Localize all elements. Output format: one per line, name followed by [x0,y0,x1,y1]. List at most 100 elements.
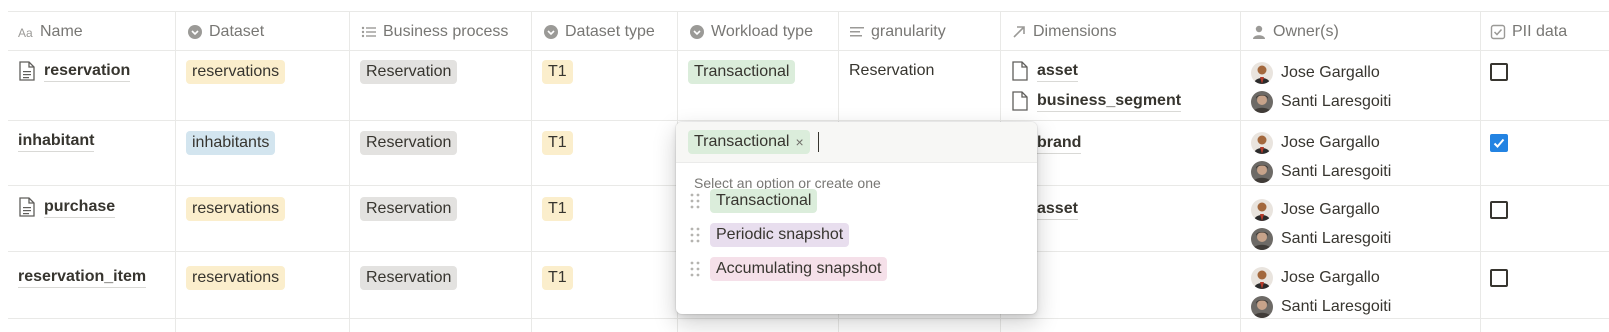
dataset-type-cell[interactable]: T1 [542,266,573,290]
business-process-tag: Reservation [360,60,458,84]
option-tag: Accumulating snapshot [710,257,888,281]
column-header-label: PII data [1512,22,1568,40]
dataset-type-tag: T1 [542,60,573,84]
dataset-tag: reservations [186,60,286,84]
select-option-transactional[interactable]: Transactional [690,186,818,216]
column-header-business-process[interactable]: Business process [361,12,508,51]
owner-name: Jose Gargallo [1281,63,1380,81]
dimension-link[interactable]: asset [1011,56,1181,86]
list-icon [361,24,377,40]
svg-text:Aa: Aa [18,26,33,40]
person-icon [1251,24,1267,40]
column-header-dataset-type[interactable]: Dataset type [543,12,655,51]
dataset-type-cell[interactable]: T1 [542,131,573,155]
column-header-label: Dimensions [1033,22,1117,40]
owner-name: Santi Laresgoiti [1281,297,1392,315]
owner-chip[interactable]: Santi Laresgoiti [1251,292,1391,321]
business-process-cell[interactable]: Reservation [360,131,458,155]
business-process-cell[interactable]: Reservation [360,197,458,221]
row-name-inhabitant[interactable]: inhabitant [18,130,95,152]
owner-chip[interactable]: Jose Gargallo [1251,263,1391,292]
drag-handle-icon[interactable] [690,227,700,243]
owner-chip[interactable]: Santi Laresgoiti [1251,87,1391,116]
workload-type-tag: Transactional [688,60,796,84]
dimension-label: asset [1037,199,1078,220]
column-header-owners[interactable]: Owner(s) [1251,12,1339,51]
workload-type-cell[interactable]: Transactional [688,60,796,84]
row-name-reservation-item[interactable]: reservation_item [18,266,147,288]
owner-name: Santi Laresgoiti [1281,162,1392,180]
row-name-reservation[interactable]: reservation [18,60,131,82]
row-name-purchase[interactable]: purchase [18,196,116,218]
avatar [1251,198,1273,221]
dataset-cell[interactable]: reservations [186,60,286,84]
owner-chip[interactable]: Santi Laresgoiti [1251,224,1391,253]
dimension-label: business_segment [1037,91,1182,112]
column-header-workload-type[interactable]: Workload type [689,12,813,51]
column-header-label: granularity [871,22,946,40]
column-header-dataset[interactable]: Dataset [187,12,264,51]
row-name-label: inhabitant [18,130,95,152]
business-process-cell[interactable]: Reservation [360,60,458,84]
dataset-cell[interactable]: reservations [186,266,286,290]
row-name-label: reservation_item [18,266,147,288]
owners-cell[interactable]: Jose Gargallo Santi Laresgoiti [1251,195,1391,253]
dataset-type-tag: T1 [542,131,573,155]
page-icon [18,197,36,217]
dataset-tag: reservations [186,197,286,221]
selected-option-chip[interactable]: Transactional × [688,130,810,154]
avatar [1251,295,1273,318]
drag-handle-icon[interactable] [690,261,700,277]
dataset-type-cell[interactable]: T1 [542,197,573,221]
column-header-name[interactable]: Aa Name [18,12,83,51]
aa-text-icon: Aa [18,24,34,40]
business-process-cell[interactable]: Reservation [360,266,458,290]
owner-chip[interactable]: Santi Laresgoiti [1251,157,1391,186]
checkmark-icon [1493,138,1505,148]
dimension-label: brand [1037,133,1082,154]
granularity-cell[interactable]: Reservation [849,60,934,82]
owners-cell[interactable]: Jose Gargallo Santi Laresgoiti [1251,128,1391,186]
page-icon [18,61,36,81]
owners-cell[interactable]: Jose Gargallo Santi Laresgoiti [1251,58,1391,116]
pii-checkbox[interactable] [1490,134,1508,152]
column-divider [1240,11,1241,332]
owner-name: Jose Gargallo [1281,268,1380,286]
select-icon [689,24,705,40]
selected-option-label: Transactional [694,133,790,150]
row-name-label: reservation [44,60,131,82]
column-header-dimensions[interactable]: Dimensions [1011,12,1117,51]
business-process-tag: Reservation [360,266,458,290]
dataset-type-cell[interactable]: T1 [542,60,573,84]
column-header-label: Workload type [711,22,813,40]
avatar [1251,90,1273,113]
select-option-periodic-snapshot[interactable]: Periodic snapshot [690,220,850,250]
owner-chip[interactable]: Jose Gargallo [1251,195,1391,224]
column-header-label: Dataset [209,22,265,40]
select-dropdown-popup[interactable]: Transactional × Select an option or crea… [676,122,1037,314]
pii-checkbox[interactable] [1490,269,1508,287]
select-search-input[interactable]: Transactional × [676,122,1037,163]
owner-chip[interactable]: Jose Gargallo [1251,128,1391,157]
pii-checkbox[interactable] [1490,201,1508,219]
row-divider [8,120,1609,121]
column-header-label: Owner(s) [1273,22,1339,40]
dimension-link[interactable]: business_segment [1011,86,1182,116]
avatar [1251,227,1273,250]
dimensions-cell[interactable]: asset business_segment [1011,56,1182,116]
page-icon [1011,91,1029,111]
dataset-cell[interactable]: reservations [186,197,286,221]
dataset-cell[interactable]: inhabitants [186,131,276,155]
drag-handle-icon[interactable] [690,193,700,209]
column-header-granularity[interactable]: granularity [849,12,946,51]
owners-cell[interactable]: Jose Gargallo Santi Laresgoiti [1251,263,1391,321]
remove-icon[interactable]: × [795,132,803,152]
row-name-label: purchase [44,196,116,218]
select-option-accumulating-snapshot[interactable]: Accumulating snapshot [690,254,888,284]
owner-chip[interactable]: Jose Gargallo [1251,58,1391,87]
column-divider [1480,11,1481,332]
text-lines-icon [849,24,865,40]
column-header-pii[interactable]: PII data [1490,12,1567,51]
pii-checkbox[interactable] [1490,63,1508,81]
owner-name: Santi Laresgoiti [1281,229,1392,247]
